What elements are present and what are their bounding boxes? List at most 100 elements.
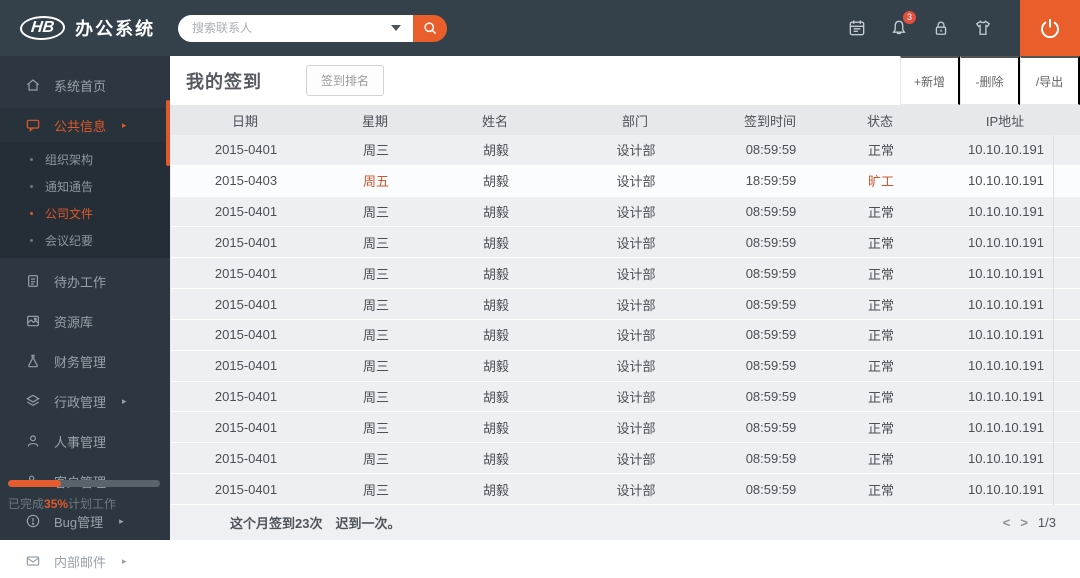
sidebar-item-public-info[interactable]: 公共信息 ▸ [0, 108, 170, 142]
cell-date: 2015-0401 [214, 234, 278, 250]
submenu-label: 会议纪要 [45, 234, 94, 248]
column-header: IP地址 [985, 113, 1025, 129]
toolbar: +新增 -删除 /导出 [900, 56, 1080, 105]
cell-week: 周五 [362, 174, 389, 190]
table-row[interactable]: 2015-0403 周五 胡毅 设计部 18:59:59 旷工 10.10.10.191 [171, 165, 1080, 197]
sidebar-item-finance[interactable]: 财务管理 [0, 344, 170, 378]
submenu-item-meeting-minutes[interactable]: 会议纪要 [0, 227, 170, 254]
cell-ip: 10.10.10.191 [968, 173, 1044, 189]
header-icons: 3 [844, 11, 1020, 41]
sidebar-item-home[interactable]: 系统首页 [0, 68, 170, 102]
table-row[interactable]: 2015-0401 周三 胡毅 设计部 08:59:59 正常 10.10.10.191 [171, 196, 1080, 228]
submenu-item-org[interactable]: 组织架构 [0, 146, 170, 173]
cell-dept: 设计部 [616, 205, 656, 221]
table-row[interactable]: 2015-0401 周三 胡毅 设计部 08:59:59 正常 10.10.10.191 [171, 135, 1080, 166]
table-row[interactable]: 2015-0401 周三 胡毅 设计部 08:59:59 正常 10.10.10.191 [171, 412, 1080, 444]
sidebar: 系统首页 公共信息 ▸ 组织架构 通知通告 公司文件 会议纪要 待办工作 资源库… [0, 56, 170, 570]
search-area [178, 14, 447, 42]
prev-page-button[interactable]: < [1003, 515, 1011, 530]
sidebar-item-mail[interactable]: 内部邮件 ▸ [0, 544, 170, 578]
submenu-item-notice[interactable]: 通知通告 [0, 173, 170, 200]
export-button[interactable]: /导出 [1020, 56, 1080, 105]
progress-track [8, 480, 160, 487]
expand-arrow-icon: ▸ [122, 555, 127, 566]
app-title: 办公系统 [75, 19, 156, 39]
table-row[interactable]: 2015-0401 周三 胡毅 设计部 08:59:59 正常 10.10.10.191 [171, 319, 1080, 351]
cell-status: 正常 [867, 266, 894, 282]
tasks-document-icon [24, 273, 42, 289]
cell-date: 2015-0401 [214, 296, 278, 312]
cell-name: 胡毅 [482, 143, 509, 159]
cell-date: 2015-0401 [214, 389, 278, 405]
search-button[interactable] [413, 14, 447, 42]
add-button[interactable]: +新增 [900, 56, 960, 105]
cell-status: 旷工 [867, 174, 894, 190]
delete-button[interactable]: -删除 [960, 56, 1020, 105]
signin-rank-button[interactable]: 签到排名 [306, 65, 385, 96]
cell-dept: 设计部 [616, 235, 656, 251]
notification-badge: 3 [903, 11, 916, 24]
cell-week: 周三 [362, 359, 389, 375]
submenu-item-company-files[interactable]: 公司文件 [0, 200, 170, 227]
cell-ip: 10.10.10.191 [968, 234, 1044, 250]
expand-arrow-icon: ▸ [122, 395, 127, 406]
table-row[interactable]: 2015-0401 周三 胡毅 设计部 08:59:59 正常 10.10.10.191 [171, 289, 1080, 320]
column-header: 签到时间 [743, 113, 796, 129]
sidebar-item-todo[interactable]: 待办工作 [0, 264, 170, 298]
submenu-public-info: 组织架构 通知通告 公司文件 会议纪要 [0, 142, 170, 258]
table-row[interactable]: 2015-0401 周三 胡毅 设计部 08:59:59 正常 10.10.10.191 [171, 381, 1080, 413]
flask-icon [24, 353, 42, 369]
page-title: 我的签到 [186, 71, 262, 92]
sidebar-item-hr[interactable]: 人事管理 [0, 424, 170, 458]
search-dropdown-caret-icon[interactable] [391, 25, 401, 31]
cell-time: 08:59:59 [745, 358, 797, 374]
pagination: < > 1/3 [1003, 515, 1056, 530]
search-icon [421, 19, 439, 37]
cell-status: 正常 [867, 328, 894, 344]
cell-time: 08:59:59 [745, 481, 797, 497]
next-page-button[interactable]: > [1020, 515, 1028, 530]
submenu-label: 组织架构 [45, 153, 94, 167]
table-row[interactable]: 2015-0401 周三 胡毅 设计部 08:59:59 正常 10.10.10.191 [171, 474, 1080, 505]
cell-ip: 10.10.10.191 [968, 419, 1044, 435]
cell-name: 胡毅 [482, 205, 509, 221]
search-input[interactable] [178, 14, 413, 42]
bullet-icon [30, 212, 33, 215]
lock-icon[interactable] [928, 15, 954, 41]
table-row[interactable]: 2015-0401 周三 胡毅 设计部 08:59:59 正常 10.10.10.191 [171, 350, 1080, 382]
table-body: 2015-0401 周三 胡毅 设计部 08:59:59 正常 10.10.10.191 20… [170, 135, 1080, 505]
cell-time: 08:59:59 [745, 142, 797, 158]
table-row[interactable]: 2015-0401 周三 胡毅 设计部 08:59:59 正常 10.10.10.191 [171, 258, 1080, 290]
cell-dept: 设计部 [616, 328, 656, 344]
table-header-row: 日期 星期 姓名 部门 签到时间 状态 IP地址 [170, 105, 1080, 135]
chat-bubble-icon [24, 117, 42, 133]
table-row[interactable]: 2015-0401 周三 胡毅 设计部 08:59:59 正常 10.10.10.191 [171, 443, 1080, 475]
cell-date: 2015-0401 [214, 481, 278, 497]
column-header: 状态 [866, 113, 893, 129]
cell-week: 周三 [362, 297, 389, 313]
shirt-icon[interactable] [970, 15, 996, 41]
plan-progress: 已完成35%计划工作 [8, 480, 160, 512]
cell-week: 周三 [362, 143, 389, 159]
title-band: 我的签到 签到排名 +新增 -删除 /导出 [170, 56, 1080, 105]
cell-name: 胡毅 [482, 174, 509, 190]
sidebar-item-label: 公共信息 [54, 118, 107, 134]
calendar-icon[interactable] [844, 15, 870, 41]
cell-time: 08:59:59 [745, 450, 797, 466]
layers-icon [24, 393, 42, 409]
month-summary: 这个月签到23次 迟到一次。 [230, 516, 401, 531]
sidebar-item-admin[interactable]: 行政管理 ▸ [0, 384, 170, 418]
cell-name: 胡毅 [482, 235, 509, 251]
logout-power-button[interactable] [1020, 0, 1080, 56]
table-footer: 这个月签到23次 迟到一次。 < > 1/3 [170, 505, 1080, 540]
notifications-bell-icon[interactable]: 3 [886, 11, 916, 41]
cell-date: 2015-0401 [214, 142, 278, 158]
image-library-icon [24, 313, 42, 329]
cell-dept: 设计部 [616, 174, 656, 190]
cell-ip: 10.10.10.191 [968, 296, 1044, 312]
cell-date: 2015-0401 [214, 265, 278, 281]
cell-time: 08:59:59 [745, 389, 797, 405]
sidebar-item-resources[interactable]: 资源库 [0, 304, 170, 338]
table-row[interactable]: 2015-0401 周三 胡毅 设计部 08:59:59 正常 10.10.10.191 [171, 227, 1080, 259]
cell-week: 周三 [362, 328, 389, 344]
